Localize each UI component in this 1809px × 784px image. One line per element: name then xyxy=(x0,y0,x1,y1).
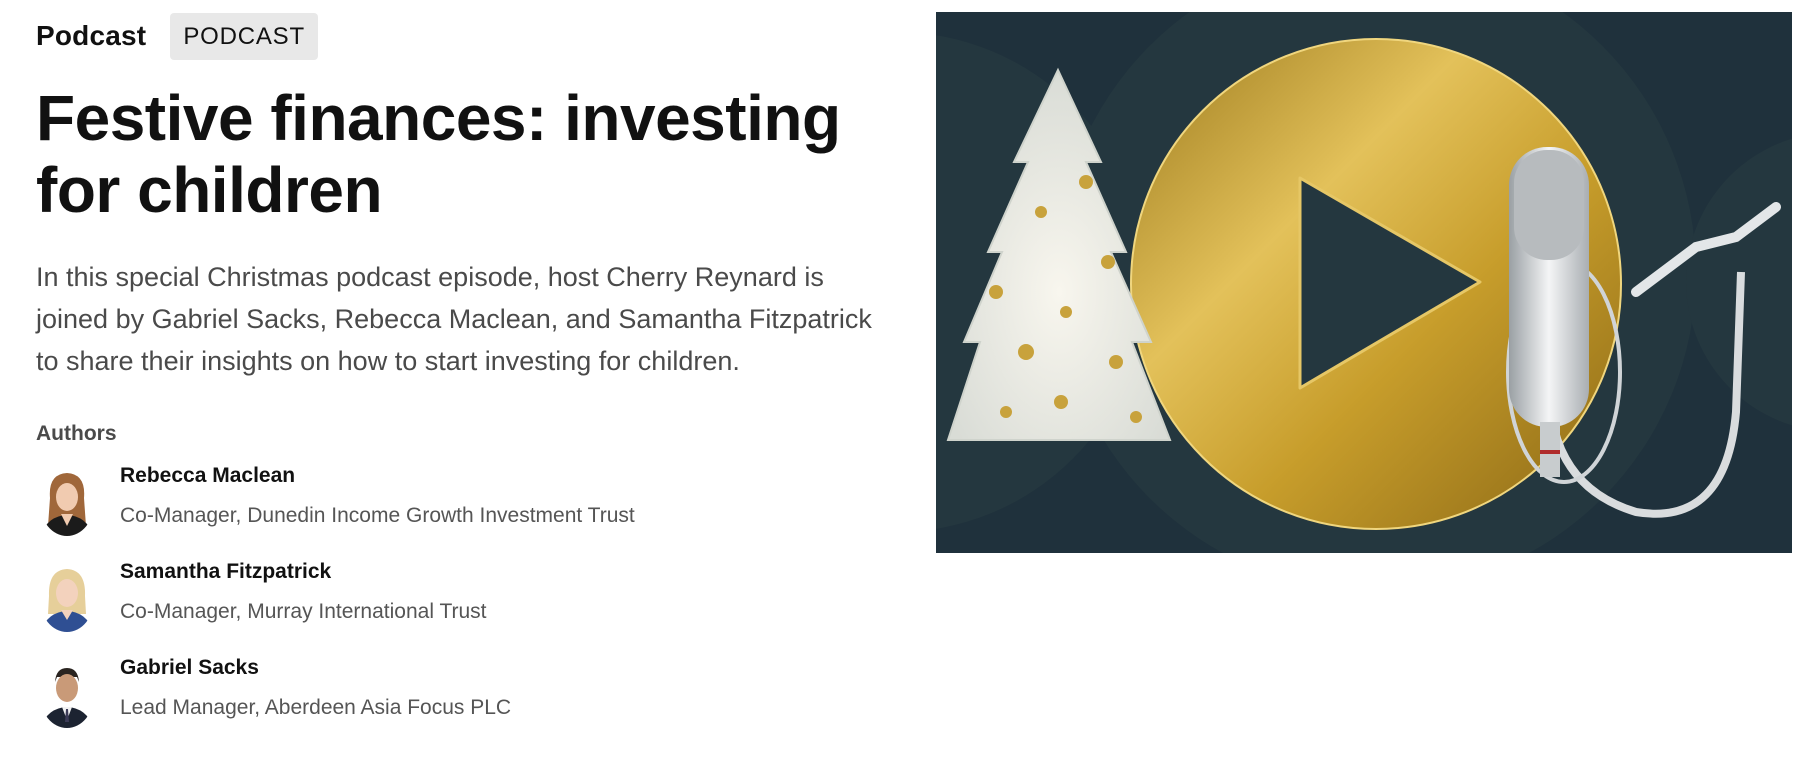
article-header: Podcast PODCAST Festive finances: invest… xyxy=(36,12,896,750)
authors-heading: Authors xyxy=(36,422,117,445)
author-role: Co-Manager, Murray International Trust xyxy=(120,600,487,623)
author-role: Co-Manager, Dunedin Income Growth Invest… xyxy=(120,504,635,527)
avatar xyxy=(36,468,98,538)
content-type-badge[interactable]: PODCAST xyxy=(170,12,318,60)
author-item[interactable]: Rebecca Maclean Co-Manager, Dunedin Inco… xyxy=(36,462,896,558)
author-name[interactable]: Samantha Fitzpatrick xyxy=(120,560,487,584)
author-name[interactable]: Gabriel Sacks xyxy=(120,656,511,680)
author-item[interactable]: Samantha Fitzpatrick Co-Manager, Murray … xyxy=(36,558,896,654)
author-item[interactable]: Gabriel Sacks Lead Manager, Aberdeen Asi… xyxy=(36,654,896,750)
avatar xyxy=(36,660,98,730)
content-type-label: Podcast xyxy=(36,20,147,51)
author-name[interactable]: Rebecca Maclean xyxy=(120,464,635,488)
author-list: Rebecca Maclean Co-Manager, Dunedin Inco… xyxy=(36,462,896,750)
podcast-hero-image[interactable] xyxy=(936,12,1792,553)
author-role: Lead Manager, Aberdeen Asia Focus PLC xyxy=(120,696,512,719)
page-title: Festive finances: investing for children xyxy=(36,82,841,226)
avatar xyxy=(36,564,98,634)
content-type-row: Podcast PODCAST xyxy=(36,12,896,60)
article-description: In this special Christmas podcast episod… xyxy=(36,262,872,376)
